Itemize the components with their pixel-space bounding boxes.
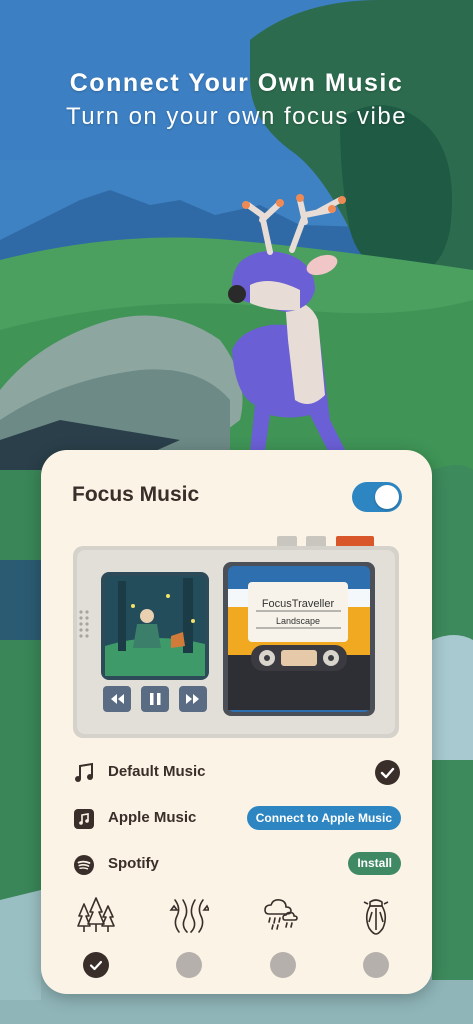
install-spotify-button[interactable]: Install — [348, 852, 401, 875]
check-icon — [380, 767, 395, 779]
toggle-knob — [375, 485, 399, 509]
headline: Connect Your Own Music Turn on your own … — [0, 66, 473, 134]
scene-radio[interactable] — [270, 952, 296, 978]
selected-check-button[interactable] — [375, 760, 400, 785]
scene-radio[interactable] — [363, 952, 389, 978]
headline-subtitle: Turn on your own focus vibe — [65, 103, 408, 130]
forest-icon — [77, 897, 115, 932]
source-default-music[interactable]: Default Music — [72, 753, 402, 799]
source-label: Default Music — [108, 763, 206, 780]
music-sources: Default Music Apple Music Connect to App… — [72, 753, 402, 891]
scene-cicada[interactable] — [346, 896, 406, 986]
cassette-subtitle: Landscape — [276, 616, 320, 626]
cassette-player: FocusTraveller Landscape — [73, 536, 399, 738]
check-icon — [89, 960, 103, 971]
scene-forest[interactable] — [66, 896, 126, 986]
focus-music-toggle[interactable] — [352, 482, 402, 512]
connect-apple-music-button[interactable]: Connect to Apple Music — [246, 806, 401, 830]
rain-cloud-icon — [264, 899, 298, 930]
spotify-icon — [74, 855, 94, 875]
scene-rain[interactable] — [253, 896, 313, 986]
cassette-title: FocusTraveller — [262, 598, 335, 610]
focus-music-card: Focus Music FocusTraveller Landscape Def… — [41, 450, 432, 994]
headline-title: Connect Your Own Music — [69, 69, 404, 97]
stream-icon — [169, 899, 209, 933]
card-title: Focus Music — [72, 483, 200, 506]
scene-stream[interactable] — [159, 896, 219, 986]
music-note-icon — [75, 762, 93, 782]
cicada-icon — [363, 899, 389, 935]
source-spotify[interactable]: Spotify Install — [72, 845, 402, 891]
source-apple-music[interactable]: Apple Music Connect to Apple Music — [72, 799, 402, 845]
source-label: Apple Music — [108, 809, 197, 826]
pause-button — [141, 686, 169, 712]
scene-radio[interactable] — [176, 952, 202, 978]
scene-radio-selected[interactable] — [83, 952, 109, 978]
apple-music-icon — [74, 809, 94, 829]
scene-selector — [41, 896, 432, 986]
source-label: Spotify — [108, 855, 159, 872]
